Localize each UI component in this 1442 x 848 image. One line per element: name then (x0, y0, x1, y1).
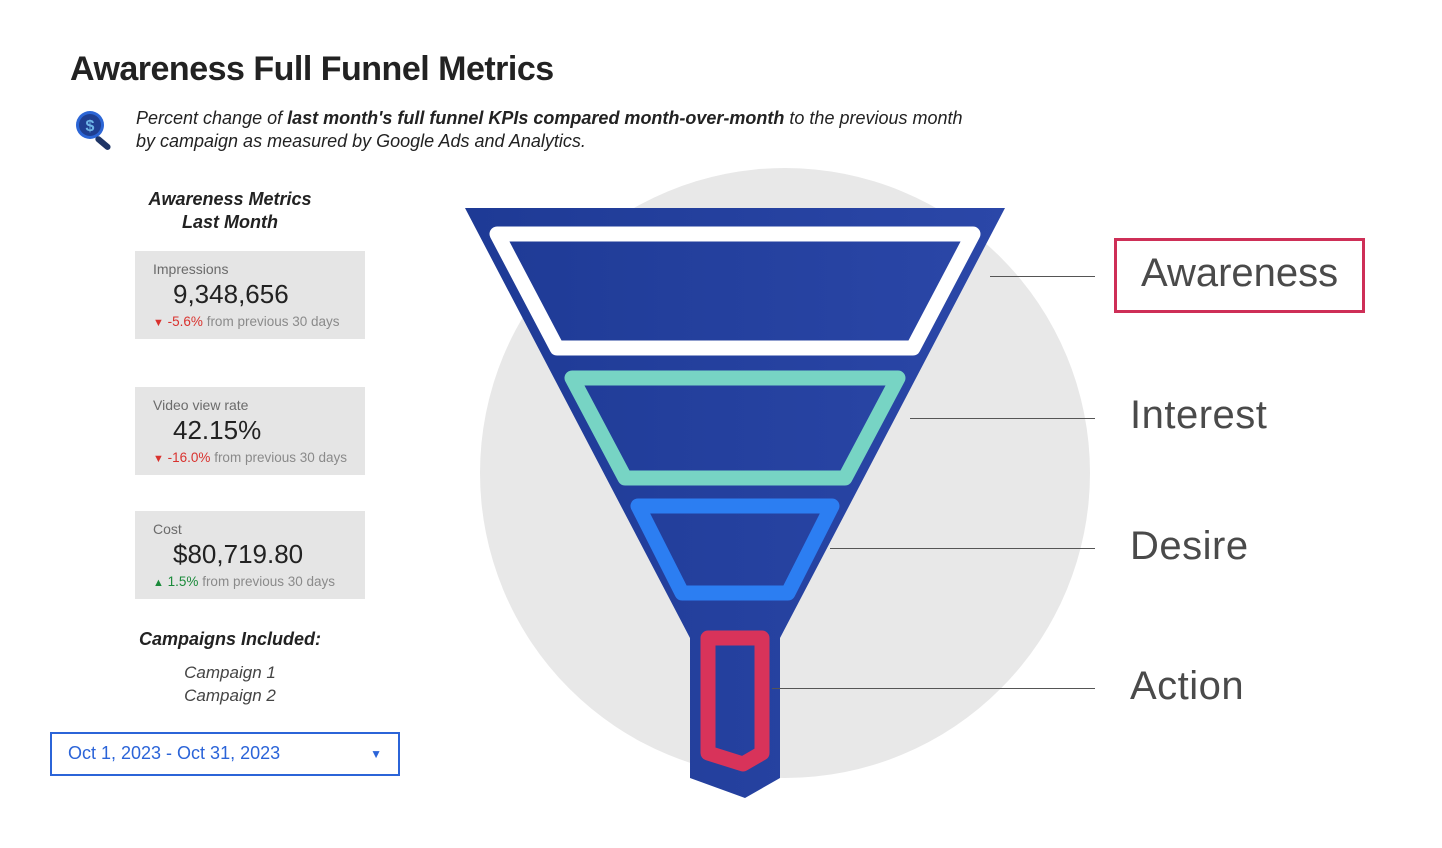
metric-label: Video view rate (153, 397, 347, 413)
campaigns-heading: Campaigns Included: (70, 629, 390, 650)
caret-down-icon: ▼ (370, 747, 382, 761)
metric-delta: ▼ -16.0% from previous 30 days (153, 450, 347, 465)
connector-line (910, 418, 1095, 419)
metric-delta: ▲ 1.5% from previous 30 days (153, 574, 347, 589)
metric-label: Cost (153, 521, 347, 537)
date-range-picker[interactable]: Oct 1, 2023 - Oct 31, 2023 ▼ (50, 732, 400, 776)
page-subtitle: Percent change of last month's full funn… (136, 107, 966, 154)
metric-delta: ▼ -5.6% from previous 30 days (153, 314, 347, 329)
metric-value: 9,348,656 (153, 279, 347, 310)
connector-line (990, 276, 1095, 277)
date-range-value: Oct 1, 2023 - Oct 31, 2023 (68, 743, 280, 764)
funnel-stage-desire: Desire (1130, 524, 1249, 569)
subtitle-row: $ Percent change of last month's full fu… (70, 107, 1372, 160)
funnel-stage-action: Action (1130, 664, 1244, 709)
page-title: Awareness Full Funnel Metrics (70, 50, 1372, 89)
metrics-column: Awareness Metrics Last Month Impressions… (70, 178, 390, 776)
funnel-diagram: Awareness Interest Desire Action (420, 178, 1372, 818)
arrow-down-icon: ▼ (153, 317, 164, 329)
campaigns-list: Campaign 1 Campaign 2 (70, 662, 390, 708)
arrow-down-icon: ▼ (153, 453, 164, 465)
magnifier-dollar-icon: $ (70, 107, 118, 160)
metrics-heading: Awareness Metrics Last Month (70, 188, 390, 233)
connector-line (772, 688, 1095, 689)
metric-card-video-view-rate: Video view rate 42.15% ▼ -16.0% from pre… (135, 387, 365, 475)
metric-value: $80,719.80 (153, 539, 347, 570)
metric-value: 42.15% (153, 415, 347, 446)
funnel-stage-interest: Interest (1130, 393, 1267, 438)
campaign-item: Campaign 1 (70, 662, 390, 685)
funnel-stage-awareness: Awareness (1114, 238, 1365, 313)
funnel-icon (425, 198, 1045, 818)
svg-text:$: $ (86, 118, 95, 135)
metric-card-impressions: Impressions 9,348,656 ▼ -5.6% from previ… (135, 251, 365, 339)
metric-label: Impressions (153, 261, 347, 277)
campaign-item: Campaign 2 (70, 685, 390, 708)
arrow-up-icon: ▲ (153, 577, 164, 589)
connector-line (830, 548, 1095, 549)
metric-card-cost: Cost $80,719.80 ▲ 1.5% from previous 30 … (135, 511, 365, 599)
